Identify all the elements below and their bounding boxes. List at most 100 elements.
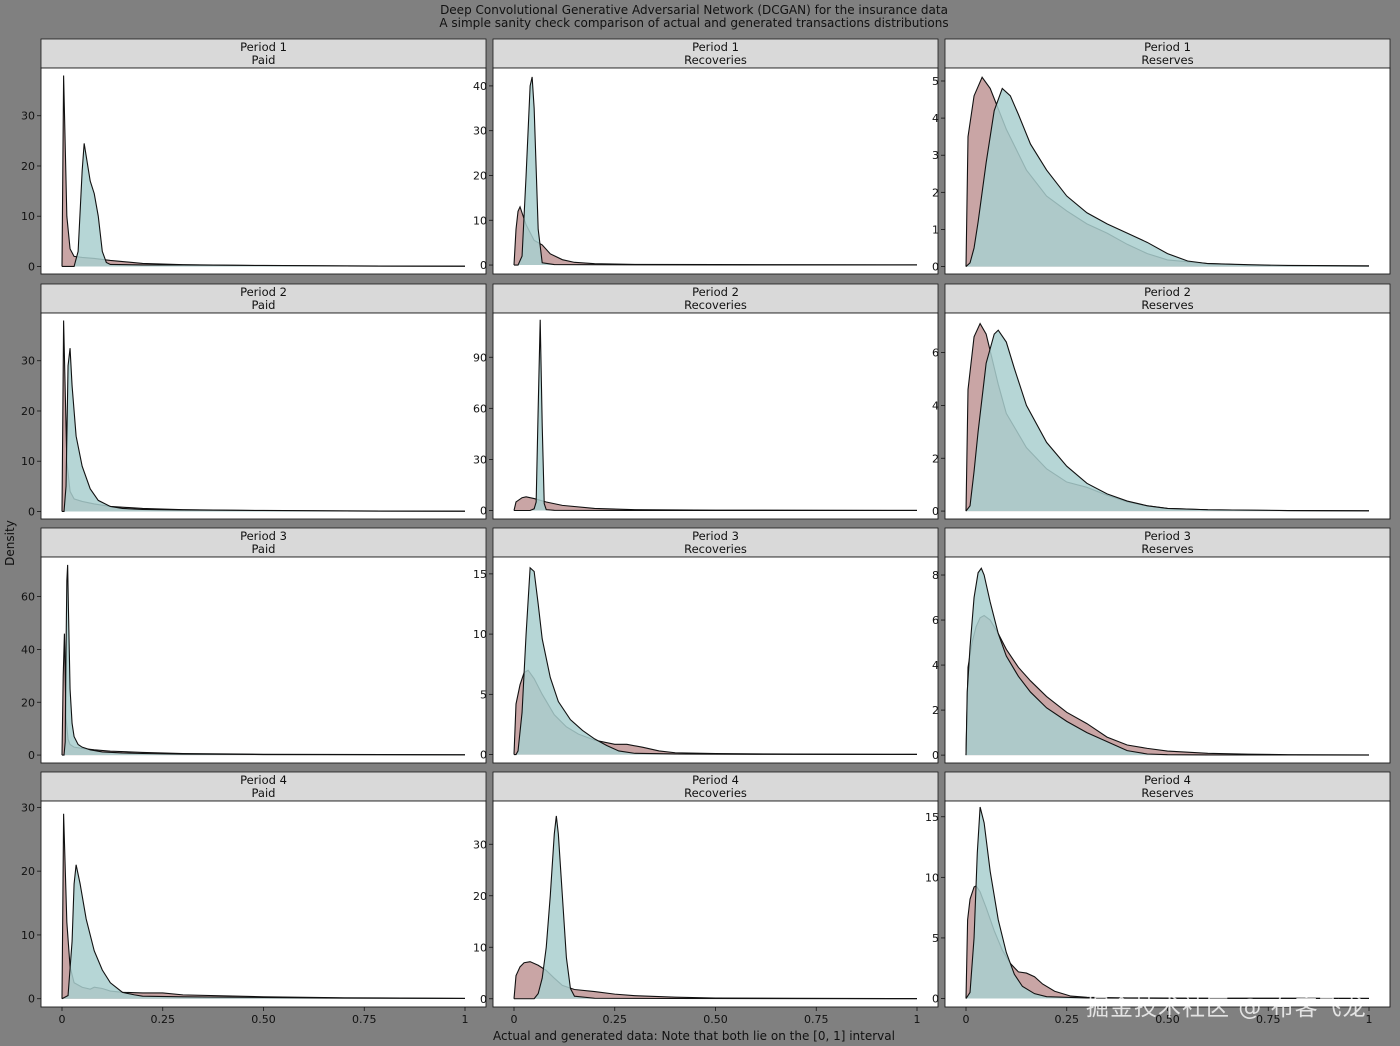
facet-panel: Period 2Recoveries0306090 — [473, 283, 939, 520]
x-tick-label: 0.25 — [151, 1013, 176, 1026]
facet-panel: Period 1Paid 0 10 20 30 — [21, 38, 487, 275]
x-tick-label: 0 — [963, 1013, 970, 1026]
x-tick-label: 0.25 — [603, 1013, 628, 1026]
y-tick-label: 20 — [473, 169, 487, 182]
plot-area — [493, 313, 938, 519]
facet-panel: Period 3Reserves 0 2 4 6 8 — [932, 527, 1391, 764]
facet-strip-measure: Reserves — [1141, 542, 1193, 556]
y-tick-label: 0 — [480, 504, 487, 517]
y-tick-label: 15 — [473, 568, 487, 581]
x-axis-label: Actual and generated data: Note that bot… — [493, 1029, 895, 1043]
plot-area — [41, 557, 486, 763]
facet-strip-period: Period 1 — [240, 40, 287, 54]
facet-panel: Period 4Paid 0 10 20 30 0 0.25 0.50 0.75 1 — [21, 771, 487, 1026]
y-tick-label: 60 — [473, 402, 487, 415]
plot-area — [41, 68, 486, 274]
y-tick-label: 20 — [21, 696, 35, 709]
facet-strip-measure: Recoveries — [684, 53, 747, 67]
facet-panel: Period 2Paid 0 10 20 30 — [21, 283, 487, 520]
y-tick-label: 90 — [473, 351, 487, 364]
y-tick-label: 60 — [21, 591, 35, 604]
y-tick-label: 0 — [480, 749, 487, 762]
y-tick-label: 10 — [473, 941, 487, 954]
facet-panel: Period 4Recoveries 0 10 20 30 0 0.25 0.50 0.75 1 — [473, 771, 939, 1026]
y-tick-label: 15 — [925, 811, 939, 824]
x-tick-label: 0.25 — [1055, 1013, 1080, 1026]
y-tick-label: 6 — [932, 614, 939, 627]
facet-strip-period: Period 3 — [692, 529, 739, 543]
y-tick-label: 30 — [473, 453, 487, 466]
y-tick-label: 20 — [473, 890, 487, 903]
facet-strip-period: Period 4 — [1144, 773, 1191, 787]
plot-area — [41, 313, 486, 519]
plot-area — [41, 801, 486, 1007]
facet-strip-period: Period 3 — [1144, 529, 1191, 543]
facet-strip-period: Period 1 — [1144, 40, 1191, 54]
y-tick-label: 3 — [932, 149, 939, 162]
facet-strip-measure: Recoveries — [684, 786, 747, 800]
y-tick-label: 10 — [21, 929, 35, 942]
y-tick-label: 30 — [473, 125, 487, 138]
facet-panel: Period 1Recoveries010203040 — [473, 38, 939, 275]
facet-strip-measure: Paid — [252, 786, 276, 800]
y-tick-label: 1 — [932, 223, 939, 236]
y-tick-label: 8 — [932, 569, 939, 582]
y-tick-label: 10 — [21, 210, 35, 223]
x-tick-label: 0.75 — [352, 1013, 377, 1026]
facet-strip-measure: Reserves — [1141, 53, 1193, 67]
facet-panel: Period 1Reserves 0 1 2 3 4 5 — [932, 38, 1391, 275]
y-tick-label: 0 — [932, 261, 939, 274]
y-tick-label: 2 — [932, 186, 939, 199]
facet-strip-measure: Paid — [252, 53, 276, 67]
y-tick-label: 5 — [932, 75, 939, 88]
y-tick-label: 2 — [932, 704, 939, 717]
y-tick-label: 30 — [473, 838, 487, 851]
y-tick-label: 40 — [473, 80, 487, 93]
facet-panel: Period 2Reserves 0 2 4 6 — [932, 283, 1391, 520]
y-tick-label: 0 — [932, 505, 939, 518]
x-tick-label: 0 — [511, 1013, 518, 1026]
y-tick-label: 4 — [932, 399, 939, 412]
facet-panel: Period 3Recoveries 0 5 10 15 — [473, 527, 939, 764]
y-tick-label: 20 — [21, 865, 35, 878]
x-tick-label: 1 — [914, 1013, 921, 1026]
y-tick-label: 0 — [932, 749, 939, 762]
facet-strip-period: Period 2 — [1144, 285, 1191, 299]
y-tick-label: 0 — [28, 993, 35, 1006]
x-tick-label: 0 — [59, 1013, 66, 1026]
y-tick-label: 10 — [21, 455, 35, 468]
y-tick-label: 30 — [21, 355, 35, 368]
y-tick-label: 5 — [480, 688, 487, 701]
y-tick-label: 4 — [932, 659, 939, 672]
y-tick-label: 4 — [932, 112, 939, 125]
y-tick-label: 0 — [28, 749, 35, 762]
facet-strip-measure: Recoveries — [684, 542, 747, 556]
facet-strip-measure: Reserves — [1141, 786, 1193, 800]
y-tick-label: 40 — [21, 643, 35, 656]
plot-area — [493, 68, 938, 274]
facet-strip-measure: Reserves — [1141, 298, 1193, 312]
facet-strip-measure: Paid — [252, 298, 276, 312]
y-tick-label: 0 — [28, 505, 35, 518]
x-tick-label: 0.50 — [703, 1013, 728, 1026]
y-tick-label: 2 — [932, 452, 939, 465]
facet-strip-period: Period 4 — [692, 773, 739, 787]
x-tick-label: 0.50 — [251, 1013, 276, 1026]
y-tick-label: 5 — [932, 932, 939, 945]
y-tick-label: 0 — [28, 260, 35, 273]
y-axis-label: Density — [2, 520, 17, 566]
y-tick-label: 30 — [21, 110, 35, 123]
y-tick-label: 10 — [473, 628, 487, 641]
facet-panel: Period 3Paid 0 20 40 60 — [21, 527, 487, 764]
y-tick-label: 10 — [473, 214, 487, 227]
facet-chart-grid: Period 1Paid0102030Period 1Recoveries010… — [21, 38, 1391, 1026]
facet-strip-period: Period 2 — [240, 285, 287, 299]
facet-strip-period: Period 3 — [240, 529, 287, 543]
y-tick-label: 20 — [21, 160, 35, 173]
facet-strip-period: Period 4 — [240, 773, 287, 787]
y-tick-label: 6 — [932, 347, 939, 360]
facet-strip-period: Period 1 — [692, 40, 739, 54]
y-tick-label: 0 — [480, 259, 487, 272]
facet-strip-measure: Paid — [252, 542, 276, 556]
y-tick-label: 30 — [21, 801, 35, 814]
